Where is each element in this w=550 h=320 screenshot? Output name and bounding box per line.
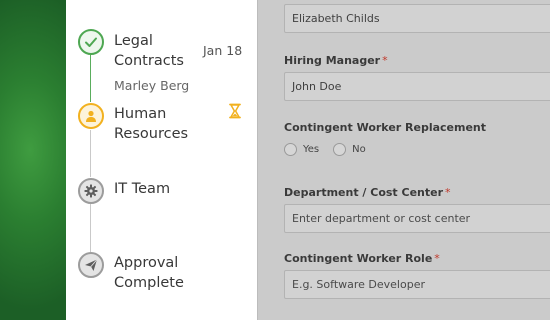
required-mark: * [434, 252, 440, 265]
radio-no-label[interactable]: No [352, 144, 366, 155]
hiring-manager-field[interactable]: John Doe [284, 72, 550, 101]
worker-role-field[interactable]: E.g. Software Developer [284, 270, 550, 299]
step-title-it-team[interactable]: IT Team [114, 179, 204, 199]
step-date: Jan 18 [203, 43, 243, 58]
step-assignee: Marley Berg [114, 78, 190, 93]
hiring-manager-label: Hiring Manager * [284, 54, 388, 67]
step-title-approval-complete[interactable]: Approval Complete [114, 253, 204, 293]
requester-field[interactable]: Elizabeth Childs [284, 4, 550, 33]
required-mark: * [445, 186, 451, 199]
step-title-legal-contracts[interactable]: Legal Contracts [114, 31, 204, 71]
person-icon [78, 103, 104, 129]
request-form: Elizabeth Childs Hiring Manager * John Do… [257, 0, 550, 320]
timeline-connector-pending [90, 130, 91, 177]
hourglass-icon [228, 103, 242, 123]
radio-yes[interactable] [284, 143, 297, 156]
step-title-human-resources[interactable]: Human Resources [114, 104, 204, 144]
radio-yes-label[interactable]: Yes [303, 144, 319, 155]
timeline-connector-completed [90, 54, 91, 102]
department-label: Department / Cost Center * [284, 186, 451, 199]
timeline-connector-pending [90, 204, 91, 252]
radio-no[interactable] [333, 143, 347, 156]
department-field[interactable]: Enter department or cost center [284, 204, 550, 233]
brand-background-band [0, 0, 66, 320]
worker-role-label: Contingent Worker Role * [284, 252, 440, 265]
required-mark: * [382, 54, 388, 67]
gear-icon [78, 178, 104, 204]
paper-plane-icon [78, 252, 104, 278]
check-icon [78, 29, 104, 55]
approval-timeline: Legal Contracts Jan 18 Marley Berg Human… [66, 0, 257, 320]
contingent-replacement-radio-group: Yes No [284, 143, 380, 156]
contingent-replacement-label: Contingent Worker Replacement [284, 121, 487, 134]
